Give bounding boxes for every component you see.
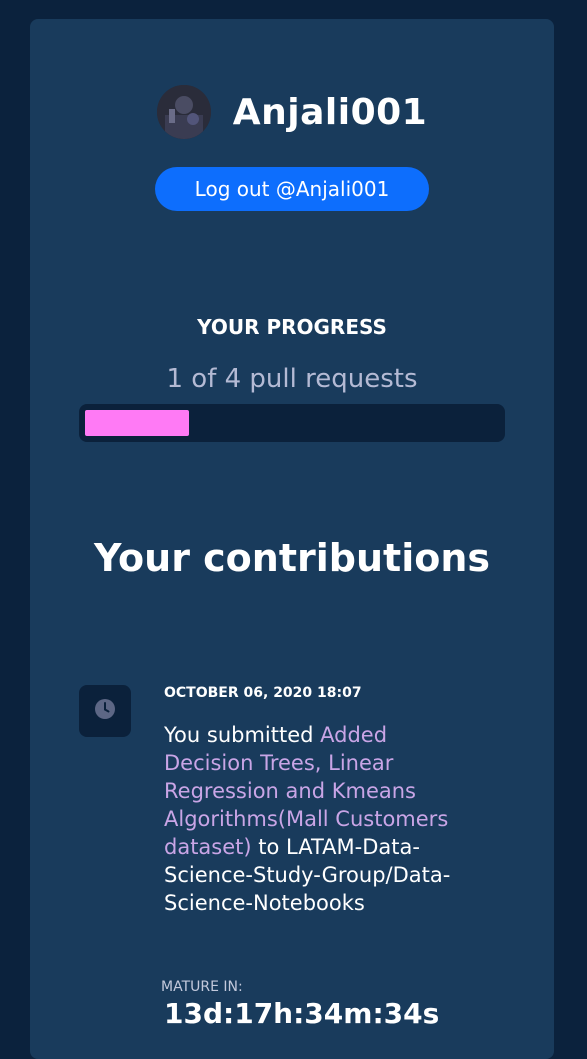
contribution-text: You submitted Added Decision Trees, Line…	[164, 721, 464, 917]
mature-label: MATURE IN:	[161, 979, 243, 995]
contributions-heading: Your contributions	[94, 536, 490, 580]
contribution-prefix: You submitted	[164, 723, 321, 747]
profile-header: Anjali001	[30, 85, 554, 139]
contribution-connector: to	[251, 835, 280, 859]
avatar	[156, 85, 211, 139]
contribution-date: OCTOBER 06, 2020 18:07	[164, 685, 362, 701]
progress-bar	[79, 404, 505, 442]
progress-heading: YOUR PROGRESS	[197, 315, 387, 339]
progress-bar-fill	[85, 410, 189, 436]
mature-countdown: 13d:17h:34m:34s	[164, 997, 440, 1030]
username: Anjali001	[232, 91, 428, 133]
contribution-status	[79, 685, 131, 737]
profile-card: Anjali001 Log out @Anjali001 YOUR PROGRE…	[30, 19, 554, 1059]
progress-text: 1 of 4 pull requests	[166, 364, 418, 394]
logout-button[interactable]: Log out @Anjali001	[155, 167, 429, 211]
clock-icon	[94, 698, 116, 724]
